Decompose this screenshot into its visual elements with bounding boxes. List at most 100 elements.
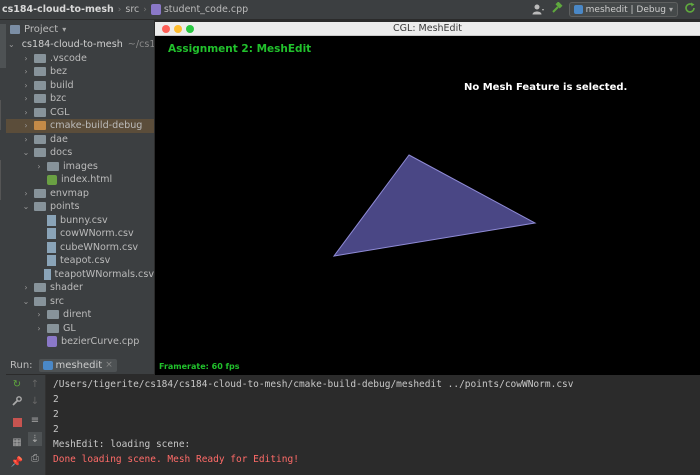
chevron-right-icon[interactable]: › [34, 162, 44, 171]
tree-item[interactable]: cowWNorm.csv [6, 227, 154, 241]
chevron-right-icon[interactable]: › [21, 81, 31, 90]
console-line: 2 [53, 409, 59, 420]
tree-item[interactable]: › bez [6, 65, 154, 79]
tree-item[interactable]: › shader [6, 281, 154, 295]
tree-item[interactable]: › bzc [6, 92, 154, 106]
print-icon[interactable]: ⎙ [28, 451, 42, 465]
project-panel-header[interactable]: Project ▾ [6, 20, 154, 38]
console-line: /Users/tigerite/cs184/cs184-cloud-to-mes… [53, 379, 574, 390]
chevron-right-icon[interactable]: › [21, 54, 31, 63]
dump-threads-icon[interactable]: ▦ [10, 435, 24, 449]
scroll-up-icon[interactable]: ↑ [28, 377, 42, 391]
tree-item-label: dae [50, 133, 68, 145]
tree-item-label: build [50, 79, 74, 91]
breadcrumb-file-label: student_code.cpp [163, 4, 249, 15]
scroll-to-end-icon[interactable]: ⇣ [28, 432, 42, 446]
window-titlebar[interactable]: CGL: MeshEdit [155, 22, 700, 36]
tree-item[interactable]: › envmap [6, 187, 154, 201]
tree-item[interactable]: › cmake-build-debug [6, 119, 154, 133]
breadcrumb-project[interactable]: cs184-cloud-to-mesh [2, 4, 114, 15]
tree-item-label: CGL [50, 106, 70, 118]
tree-item[interactable]: bezierCurve.cpp [6, 335, 154, 349]
tree-item-label: images [63, 160, 98, 172]
breadcrumb-separator: › [117, 4, 122, 15]
pin-icon[interactable]: 📌 [10, 455, 24, 469]
chevron-down-icon[interactable]: ⌄ [21, 148, 31, 157]
close-icon[interactable]: × [105, 360, 113, 370]
tree-item[interactable]: ⌄ src [6, 295, 154, 309]
run-configuration-select[interactable]: meshedit | Debug ▾ [568, 2, 678, 17]
html-file-icon [47, 174, 57, 185]
csv-file-icon [47, 214, 56, 226]
tree-item-label: src [50, 295, 65, 307]
tree-item-label: cs184-cloud-to-mesh [21, 39, 123, 51]
chevron-right-icon[interactable]: › [21, 121, 31, 130]
chevron-down-icon[interactable]: ⌄ [21, 202, 31, 211]
console-output[interactable]: /Users/tigerite/cs184/cs184-cloud-to-mes… [53, 377, 573, 467]
chevron-right-icon[interactable]: › [21, 94, 31, 103]
tree-item[interactable]: ⌄ cs184-cloud-to-mesh ~/cs18 [6, 38, 154, 52]
csv-file-icon [47, 255, 56, 267]
tree-item[interactable]: ⌄ docs [6, 146, 154, 160]
tree-item[interactable]: › images [6, 160, 154, 174]
chevron-down-icon[interactable]: ▾ [62, 25, 66, 34]
tree-item-label: bez [50, 66, 68, 78]
scroll-down-icon[interactable]: ↓ [28, 394, 42, 408]
tree-item[interactable]: ⌄ points [6, 200, 154, 214]
tree-item[interactable]: › .vscode [6, 52, 154, 66]
tree-item[interactable]: cubeWNorm.csv [6, 241, 154, 255]
folder-icon [34, 67, 46, 77]
selection-status: No Mesh Feature is selected. [464, 82, 628, 93]
wrench-icon[interactable] [10, 394, 24, 408]
render-viewport[interactable]: Assignment 2: MeshEdit No Mesh Feature i… [155, 37, 700, 375]
breadcrumb-folder[interactable]: src [125, 4, 139, 15]
folder-icon [34, 94, 46, 104]
chevron-right-icon[interactable]: › [21, 67, 31, 76]
tree-item[interactable]: › dae [6, 133, 154, 147]
user-icon[interactable] [531, 4, 545, 16]
stop-icon[interactable] [10, 415, 24, 429]
chevron-right-icon[interactable]: › [21, 108, 31, 117]
folder-icon [47, 310, 59, 320]
chevron-right-icon[interactable]: › [21, 135, 31, 144]
chevron-down-icon[interactable]: ⌄ [8, 40, 15, 49]
tree-item[interactable]: bunny.csv [6, 214, 154, 228]
breadcrumb-file[interactable]: student_code.cpp [150, 4, 249, 15]
chevron-right-icon[interactable]: › [34, 310, 44, 319]
rerun-icon[interactable]: ↻ [10, 377, 24, 391]
tree-item[interactable]: teapotWNormals.csv [6, 268, 154, 282]
tree-item-label: cmake-build-debug [50, 120, 143, 132]
folder-icon [34, 148, 46, 158]
mesh-triangle[interactable] [332, 154, 537, 257]
chevron-down-icon[interactable]: ⌄ [21, 297, 31, 306]
tree-item[interactable]: › dirent [6, 308, 154, 322]
tree-item-label: .vscode [50, 52, 87, 64]
tree-item-label: envmap [50, 187, 89, 199]
chevron-right-icon[interactable]: › [21, 189, 31, 198]
tree-item[interactable]: › GL [6, 322, 154, 336]
run-tab-meshedit[interactable]: meshedit × [38, 358, 117, 372]
tree-item[interactable]: › CGL [6, 106, 154, 120]
project-icon [10, 24, 20, 34]
window-title: CGL: MeshEdit [393, 23, 462, 34]
tree-item[interactable]: teapot.csv [6, 254, 154, 268]
run-config-icon [573, 5, 583, 14]
rerun-icon[interactable] [684, 2, 696, 17]
tree-item-label: dirent [63, 309, 92, 321]
tree-item-label: bunny.csv [60, 214, 108, 226]
toolbar-right: meshedit | Debug ▾ [531, 1, 696, 17]
run-tab-label: meshedit [55, 359, 103, 371]
chevron-right-icon[interactable]: › [34, 324, 44, 333]
folder-icon [34, 202, 46, 212]
tree-item[interactable]: › build [6, 79, 154, 93]
hammer-icon[interactable] [551, 1, 563, 17]
tree-item-label: cubeWNorm.csv [60, 241, 139, 253]
soft-wrap-icon[interactable]: ≡ [28, 413, 42, 427]
tree-item[interactable]: index.html [6, 173, 154, 187]
folder-icon [34, 134, 46, 144]
run-panel: ↻ ↑ ↓ ≡ ▦ ⇣ 📌 ⎙ /Users/tigerite/cs184/cs… [6, 375, 700, 475]
chevron-right-icon[interactable]: › [21, 283, 31, 292]
tree-item-label: index.html [61, 174, 113, 186]
tree-item-path: ~/cs18 [127, 39, 154, 51]
tree-item-label: docs [50, 147, 73, 159]
